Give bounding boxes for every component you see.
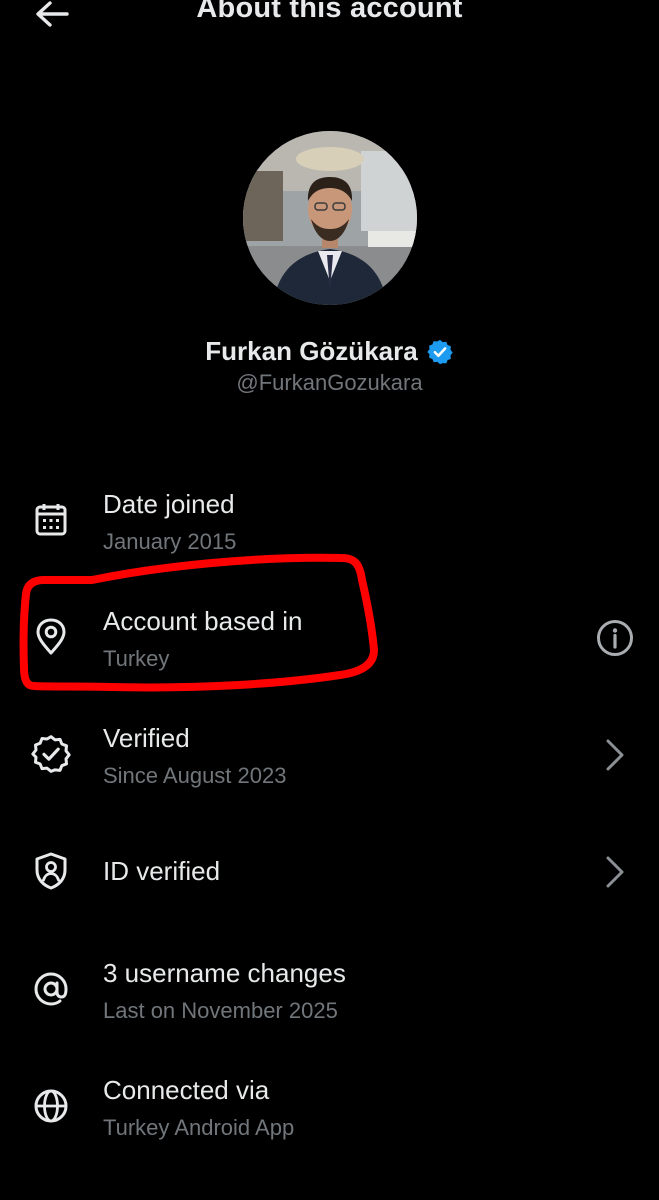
shield-person-icon [30, 850, 72, 892]
info-icon [597, 620, 633, 656]
id-verified-row[interactable]: ID verified [0, 850, 659, 894]
account-based-in-row: Account based in Turkey [0, 604, 659, 674]
date-joined-label: Date joined [103, 489, 235, 519]
username-changes-label: 3 username changes [103, 958, 346, 988]
profile-handle: @FurkanGozukara [236, 370, 423, 395]
connected-via-label: Connected via [103, 1075, 270, 1105]
chevron-right-icon [593, 733, 637, 777]
verified-label: Verified [103, 723, 190, 753]
profile-name: Furkan Gözükara [205, 336, 418, 366]
top-bar: About this account [0, 0, 659, 40]
connected-via-value: Turkey Android App [103, 1115, 295, 1140]
verified-checkmark-icon [426, 339, 453, 364]
calendar-icon [30, 499, 72, 541]
id-verified-label: ID verified [103, 856, 221, 886]
location-pin-icon [30, 616, 72, 658]
account-based-in-label: Account based in [103, 606, 303, 636]
date-joined-value: January 2015 [103, 529, 237, 554]
info-button[interactable] [593, 616, 637, 660]
verified-badge-icon [30, 733, 72, 775]
page-title: About this account [196, 0, 463, 24]
account-based-in-value: Turkey [103, 646, 170, 671]
verified-value: Since August 2023 [103, 763, 287, 788]
profile-name-row: Furkan Gözükara [0, 336, 659, 367]
at-sign-icon [30, 968, 72, 1010]
avatar[interactable] [243, 131, 417, 305]
connected-via-row: Connected via Turkey Android App [0, 1073, 659, 1143]
username-changes-value: Last on November 2025 [103, 998, 338, 1023]
chevron-right-icon [593, 850, 637, 894]
verified-row[interactable]: Verified Since August 2023 [0, 721, 659, 791]
username-changes-row: 3 username changes Last on November 2025 [0, 956, 659, 1026]
date-joined-row: Date joined January 2015 [0, 487, 659, 557]
globe-icon [30, 1085, 72, 1127]
